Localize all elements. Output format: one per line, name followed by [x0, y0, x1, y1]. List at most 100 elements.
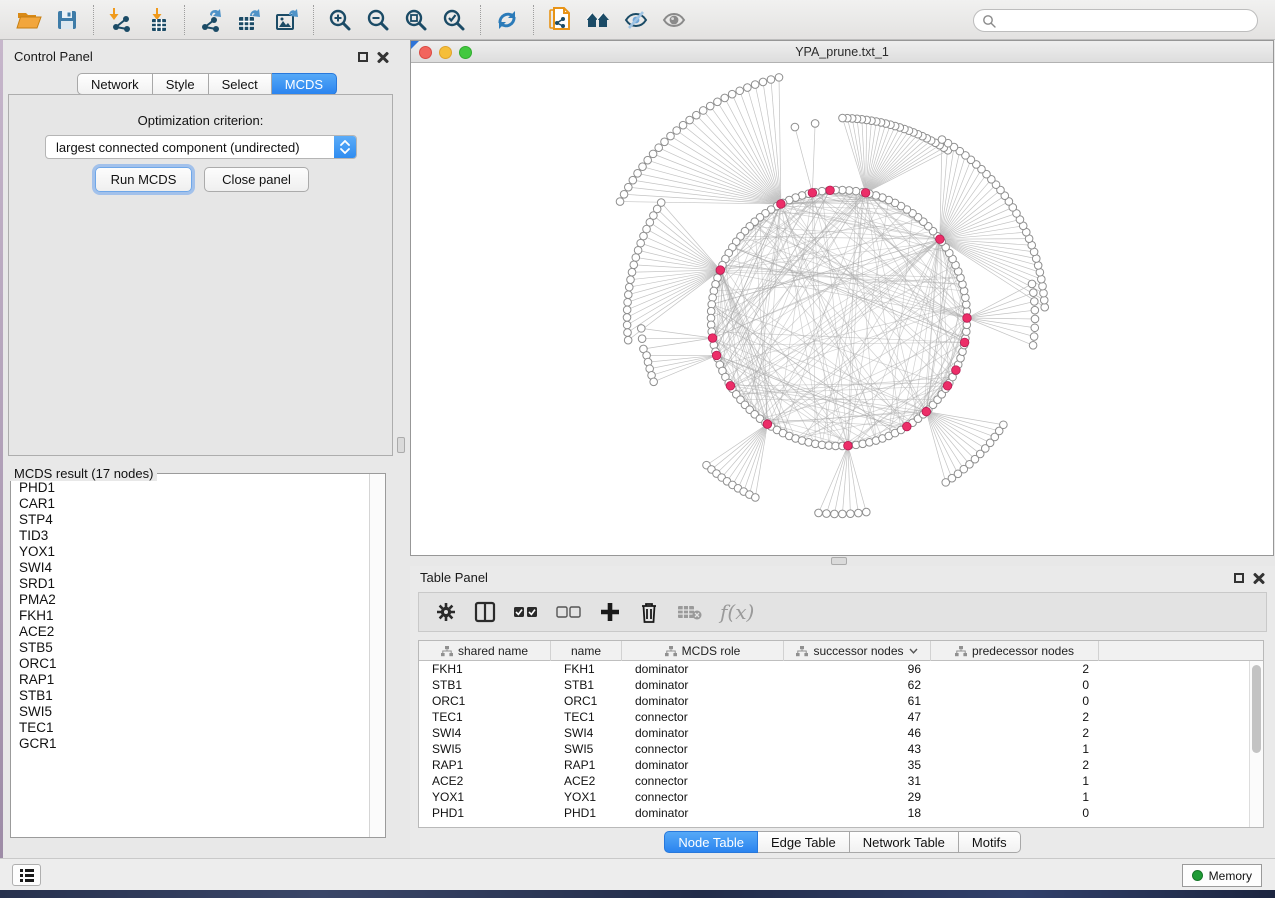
mcds-node-item[interactable]: YOX1	[19, 544, 368, 560]
show-graphics-icon[interactable]	[655, 3, 693, 37]
optimization-criterion-select[interactable]: largest connected component (undirected)	[45, 135, 357, 159]
table-cell[interactable]: SWI4	[419, 725, 551, 741]
table-cell[interactable]: dominator	[622, 805, 784, 821]
import-table-icon[interactable]	[139, 3, 177, 37]
zoom-selected-icon[interactable]	[435, 3, 473, 37]
column-header-MCDS-role[interactable]: MCDS role	[622, 641, 784, 661]
table-cell[interactable]: ACE2	[551, 773, 622, 789]
delete-column-icon[interactable]	[638, 600, 660, 624]
float-window-icon[interactable]	[358, 52, 368, 62]
float-window-icon[interactable]	[1234, 573, 1244, 583]
table-cell[interactable]: PHD1	[419, 805, 551, 821]
table-row-ACE2[interactable]: ACE2ACE2connector311	[419, 773, 1263, 789]
open-session-icon[interactable]	[10, 3, 48, 37]
mcds-result-list[interactable]: PHD1CAR1STP4TID3YOX1SWI4SRD1PMA2FKH1ACE2…	[12, 475, 368, 836]
apply-layout-icon[interactable]	[488, 3, 526, 37]
mcds-node-item[interactable]: SWI4	[19, 560, 368, 576]
horizontal-split-handle[interactable]	[831, 557, 847, 565]
table-cell[interactable]: 31	[784, 773, 931, 789]
table-cell[interactable]: SWI4	[551, 725, 622, 741]
tab-mcds[interactable]: MCDS	[272, 73, 337, 95]
table-cell[interactable]: dominator	[622, 725, 784, 741]
mcds-node-item[interactable]: STB5	[19, 640, 368, 656]
table-cell[interactable]: 1	[931, 741, 1099, 757]
mcds-node-item[interactable]: SWI5	[19, 704, 368, 720]
search-field[interactable]	[973, 9, 1258, 32]
share-document-icon[interactable]	[541, 3, 579, 37]
mcds-node-item[interactable]: STB1	[19, 688, 368, 704]
table-cell[interactable]: dominator	[622, 693, 784, 709]
table-cell[interactable]: connector	[622, 773, 784, 789]
table-cell[interactable]: FKH1	[551, 661, 622, 677]
network-home-icon[interactable]	[579, 3, 617, 37]
table-row-ORC1[interactable]: ORC1ORC1dominator610	[419, 693, 1263, 709]
table-cell[interactable]: 0	[931, 677, 1099, 693]
result-scrollbar[interactable]	[369, 474, 385, 837]
table-cell[interactable]: 43	[784, 741, 931, 757]
tab-motifs[interactable]: Motifs	[959, 831, 1021, 853]
table-row-SWI4[interactable]: SWI4SWI4dominator462	[419, 725, 1263, 741]
search-input[interactable]	[996, 14, 1249, 28]
table-cell[interactable]: dominator	[622, 661, 784, 677]
table-cell[interactable]: connector	[622, 789, 784, 805]
table-cell[interactable]: 2	[931, 725, 1099, 741]
gear-icon[interactable]	[435, 601, 457, 623]
table-scrollbar[interactable]	[1249, 661, 1263, 827]
table-cell[interactable]: 2	[931, 757, 1099, 773]
zoom-out-icon[interactable]	[359, 3, 397, 37]
table-cell[interactable]: SWI5	[419, 741, 551, 757]
network-window-titlebar[interactable]: YPA_prune.txt_1	[411, 41, 1273, 63]
mcds-node-item[interactable]: PHD1	[19, 480, 368, 496]
table-cell[interactable]: ACE2	[419, 773, 551, 789]
mcds-node-item[interactable]: CAR1	[19, 496, 368, 512]
network-canvas[interactable]	[411, 63, 1273, 555]
table-cell[interactable]: SWI5	[551, 741, 622, 757]
export-table-icon[interactable]	[230, 3, 268, 37]
table-cell[interactable]: RAP1	[419, 757, 551, 773]
table-cell[interactable]: 96	[784, 661, 931, 677]
table-cell[interactable]: 2	[931, 709, 1099, 725]
table-row-YOX1[interactable]: YOX1YOX1connector291	[419, 789, 1263, 805]
tab-edge-table[interactable]: Edge Table	[758, 831, 850, 853]
table-cell[interactable]: 1	[931, 789, 1099, 805]
run-mcds-button[interactable]: Run MCDS	[95, 167, 192, 192]
column-header-predecessor-nodes[interactable]: predecessor nodes	[931, 641, 1099, 661]
tab-style[interactable]: Style	[153, 73, 209, 95]
memory-button[interactable]: Memory	[1182, 864, 1262, 887]
column-header-successor-nodes[interactable]: successor nodes	[784, 641, 931, 661]
mcds-node-item[interactable]: ACE2	[19, 624, 368, 640]
table-cell[interactable]: RAP1	[551, 757, 622, 773]
table-row-PHD1[interactable]: PHD1PHD1dominator180	[419, 805, 1263, 821]
table-cell[interactable]: TEC1	[419, 709, 551, 725]
table-cell[interactable]: 1	[931, 773, 1099, 789]
close-panel-button[interactable]: Close panel	[204, 167, 309, 192]
mcds-node-item[interactable]: SRD1	[19, 576, 368, 592]
table-cell[interactable]: 0	[931, 805, 1099, 821]
mcds-node-item[interactable]: TEC1	[19, 720, 368, 736]
vertical-split-handle[interactable]	[397, 437, 405, 453]
table-cell[interactable]: dominator	[622, 677, 784, 693]
table-cell[interactable]: FKH1	[419, 661, 551, 677]
table-row-SWI5[interactable]: SWI5SWI5connector431	[419, 741, 1263, 757]
close-panel-icon[interactable]	[1253, 572, 1265, 584]
table-cell[interactable]: TEC1	[551, 709, 622, 725]
table-cell[interactable]: 35	[784, 757, 931, 773]
close-panel-icon[interactable]	[377, 51, 389, 63]
mcds-node-item[interactable]: FKH1	[19, 608, 368, 624]
table-cell[interactable]: YOX1	[419, 789, 551, 805]
tab-node-table[interactable]: Node Table	[664, 831, 758, 853]
mcds-node-item[interactable]: PMA2	[19, 592, 368, 608]
table-cell[interactable]: 62	[784, 677, 931, 693]
table-cell[interactable]: STB1	[551, 677, 622, 693]
export-network-icon[interactable]	[192, 3, 230, 37]
maximize-window-icon[interactable]	[459, 46, 472, 59]
table-row-STB1[interactable]: STB1STB1dominator620	[419, 677, 1263, 693]
zoom-fit-icon[interactable]	[397, 3, 435, 37]
column-header-name[interactable]: name	[551, 641, 622, 661]
hide-graphics-icon[interactable]	[617, 3, 655, 37]
table-cell[interactable]: YOX1	[551, 789, 622, 805]
table-cell[interactable]: connector	[622, 709, 784, 725]
table-cell[interactable]: ORC1	[419, 693, 551, 709]
tab-network[interactable]: Network	[77, 73, 153, 95]
mcds-node-item[interactable]: GCR1	[19, 736, 368, 752]
